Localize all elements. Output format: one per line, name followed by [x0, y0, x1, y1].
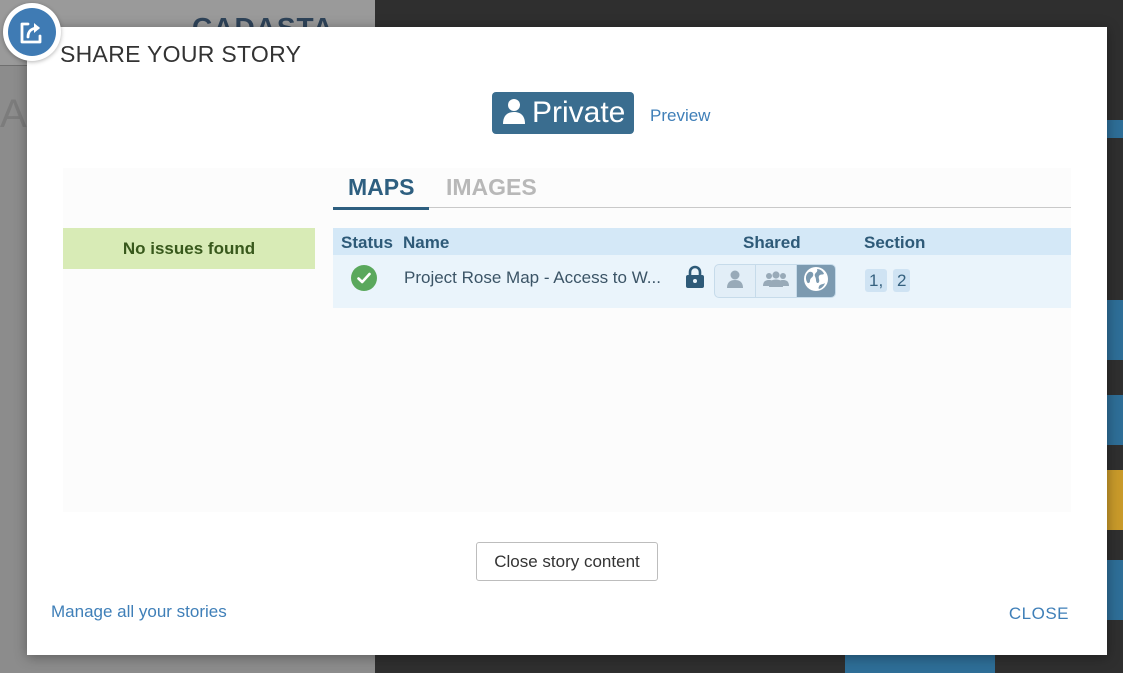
tab-maps[interactable]: MAPS [333, 172, 430, 210]
tab-images[interactable]: IMAGES [431, 172, 552, 208]
share-icon [8, 8, 56, 56]
share-public-button[interactable] [797, 265, 835, 297]
close-button[interactable]: CLOSE [1009, 604, 1069, 624]
lock-icon [685, 265, 705, 294]
privacy-toggle-button[interactable]: Private [492, 92, 634, 134]
issues-status: No issues found [63, 228, 315, 269]
content-tabs: MAPS IMAGES [333, 172, 1071, 210]
manage-stories-link[interactable]: Manage all your stories [51, 602, 227, 622]
column-header-status: Status [341, 233, 393, 252]
preview-link[interactable]: Preview [650, 106, 710, 126]
share-private-button[interactable] [715, 265, 756, 297]
column-header-name: Name [403, 233, 450, 252]
person-icon [502, 98, 526, 129]
share-story-modal: SHARE YOUR STORY Private Preview No issu… [27, 27, 1107, 655]
check-icon [351, 265, 377, 291]
table-header: Status Name Shared Section [333, 228, 1071, 255]
column-header-shared: Shared [743, 233, 801, 252]
group-icon [763, 270, 789, 293]
privacy-label: Private [532, 96, 626, 129]
sharing-level-selector [714, 264, 836, 298]
column-header-section: Section [864, 233, 926, 252]
globe-icon [803, 266, 829, 297]
share-organization-button[interactable] [756, 265, 797, 297]
content-panel [63, 168, 1071, 512]
share-story-badge [3, 3, 61, 61]
person-icon [725, 269, 745, 294]
modal-title: SHARE YOUR STORY [60, 41, 302, 67]
section-link-2[interactable]: 2 [893, 269, 911, 292]
section-link-1[interactable]: 1, [865, 269, 888, 292]
map-name-link[interactable]: Project Rose Map - Access to W... [404, 268, 666, 288]
table-row: Project Rose Map - Access to W... 1, 2 [333, 255, 1071, 308]
backdrop-fragment-text: A [0, 92, 27, 136]
close-story-content-button[interactable]: Close story content [476, 542, 658, 581]
